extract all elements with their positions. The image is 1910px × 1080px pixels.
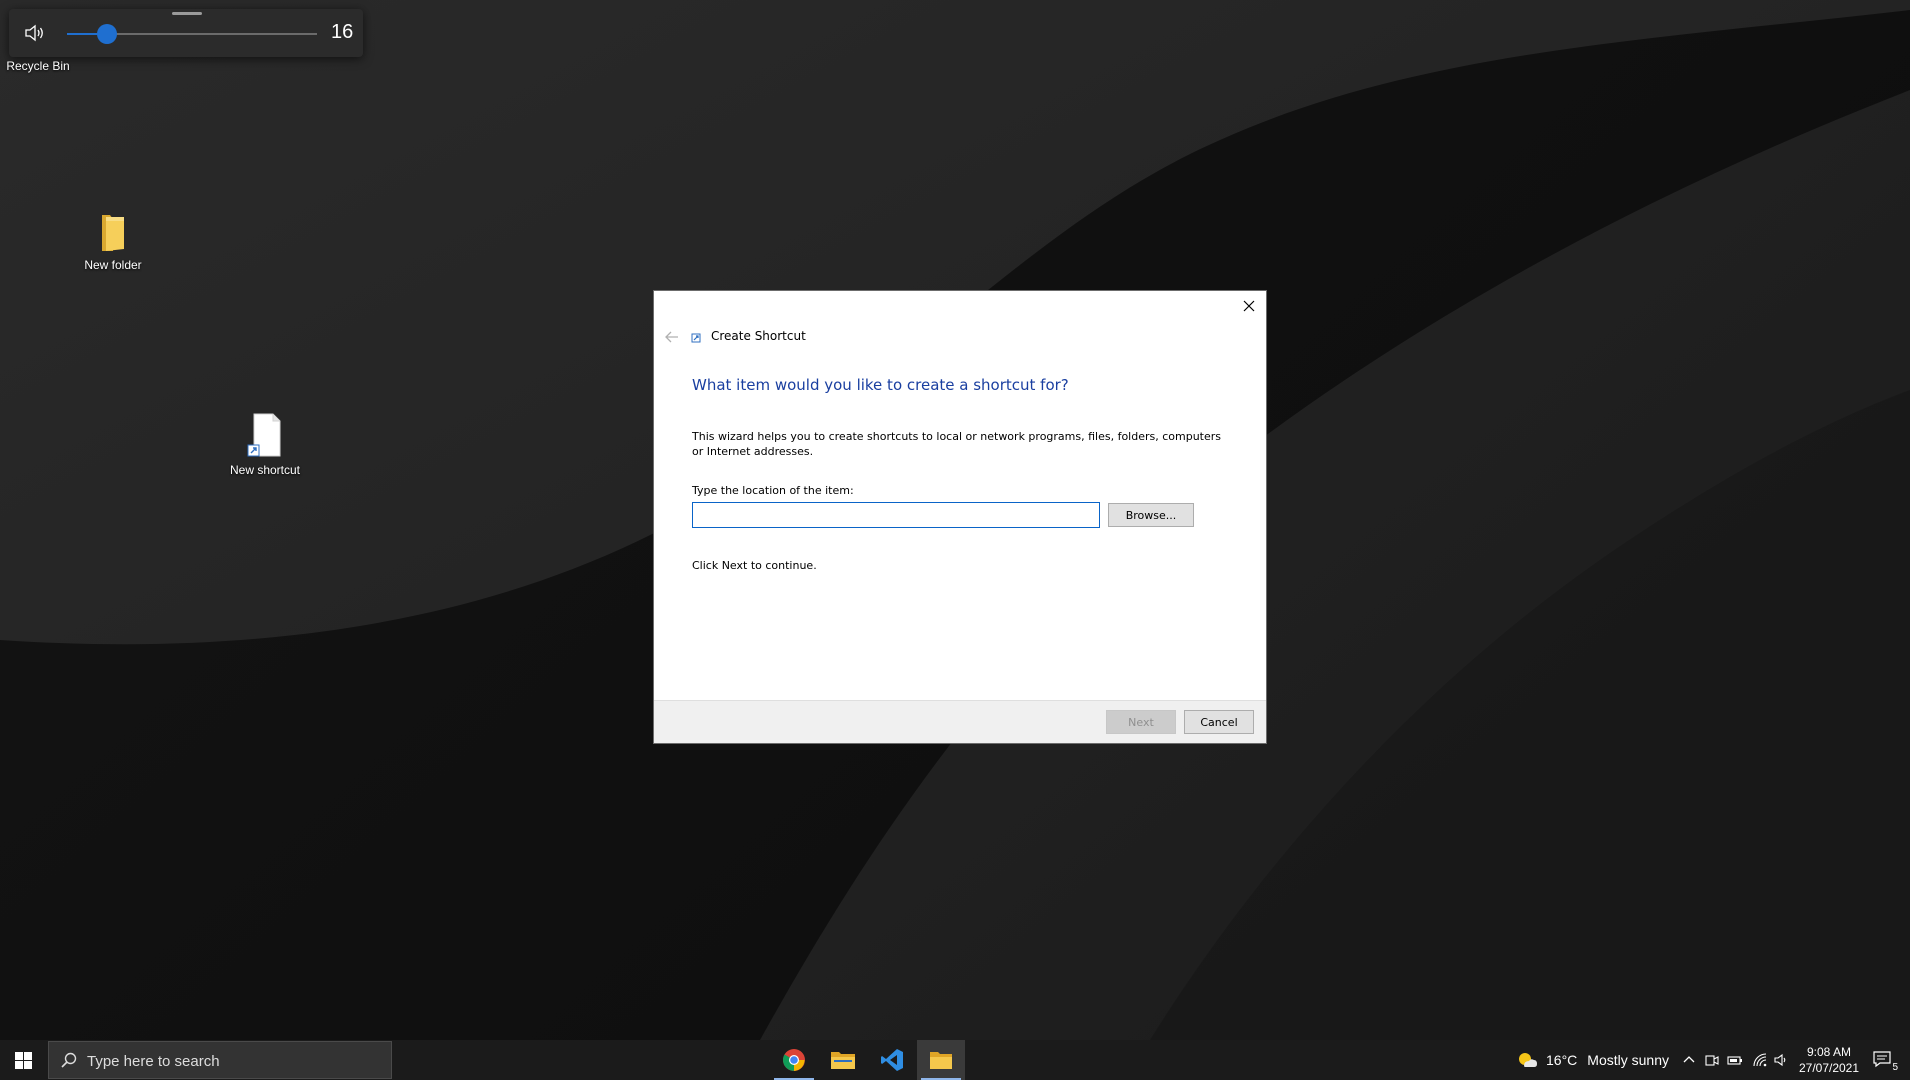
clock-time: 9:08 AM (1806, 1045, 1852, 1059)
cancel-button[interactable]: Cancel (1184, 710, 1254, 734)
dialog-title: Create Shortcut (711, 329, 806, 343)
browse-button[interactable]: Browse... (1108, 503, 1194, 527)
location-input[interactable] (692, 502, 1100, 528)
speaker-icon[interactable] (23, 23, 45, 43)
create-shortcut-dialog: Create Shortcut What item would you like… (653, 290, 1267, 744)
back-arrow-icon (665, 331, 678, 343)
volume-slider[interactable] (67, 24, 317, 44)
taskbar-search-box[interactable]: Type here to search (48, 1041, 392, 1079)
shortcut-file-icon (247, 413, 281, 457)
dialog-description: This wizard helps you to create shortcut… (692, 430, 1222, 458)
volume-value: 16 (331, 21, 354, 43)
volume-flyout: 16 (9, 9, 363, 57)
desktop-icon-label: New folder (84, 258, 142, 272)
shortcut-wizard-icon (691, 333, 701, 343)
start-button[interactable] (0, 1040, 46, 1080)
taskbar-app-chrome[interactable] (770, 1040, 818, 1080)
taskbar: Type here to search 16°C Mostly sunny 9:… (0, 1040, 1910, 1080)
desktop-icon-label: New shortcut (229, 463, 301, 477)
location-label: Type the location of the item: (692, 484, 854, 497)
search-icon (61, 1052, 77, 1068)
notification-icon (1873, 1051, 1891, 1068)
desktop-icon-recycle-bin[interactable]: Recycle Bin (0, 57, 83, 73)
action-center-button[interactable]: 5 (1873, 1050, 1898, 1073)
flyout-grip[interactable] (172, 12, 202, 15)
clock-date: 27/07/2021 (1798, 1061, 1860, 1075)
desktop: 16 Recycle Bin New folder New shortcut C… (0, 0, 1910, 1080)
battery-icon[interactable] (1727, 1052, 1743, 1068)
wifi-icon[interactable] (1752, 1052, 1768, 1068)
vscode-icon (881, 1049, 903, 1071)
back-button[interactable] (660, 327, 684, 347)
close-button[interactable] (1232, 291, 1266, 321)
close-icon (1243, 300, 1255, 312)
taskbar-app-vscode[interactable] (868, 1040, 916, 1080)
desktop-icon-new-folder[interactable]: New folder (68, 211, 158, 272)
show-hidden-icons-chevron-icon[interactable] (1681, 1052, 1697, 1068)
folder-icon (831, 1052, 855, 1069)
volume-slider-thumb[interactable] (97, 24, 117, 44)
chrome-icon (783, 1049, 805, 1071)
search-placeholder: Type here to search (87, 1053, 220, 1070)
dialog-heading: What item would you like to create a sho… (692, 376, 1069, 394)
weather-temp: 16°C (1546, 1052, 1578, 1068)
notification-count: 5 (1892, 1062, 1898, 1073)
meet-now-icon[interactable] (1704, 1052, 1720, 1068)
folder-icon (102, 215, 124, 251)
taskbar-clock[interactable]: 9:08 AM 27/07/2021 (1791, 1044, 1867, 1076)
weather-condition: Mostly sunny (1587, 1052, 1669, 1068)
taskbar-app-file-explorer-active[interactable] (917, 1040, 965, 1080)
file-explorer-icon (930, 1052, 952, 1069)
desktop-icon-label: Recycle Bin (6, 59, 70, 73)
desktop-icon-new-shortcut[interactable]: New shortcut (220, 412, 310, 477)
continue-hint: Click Next to continue. (692, 559, 817, 572)
windows-logo-icon (14, 1051, 32, 1069)
volume-tray-icon[interactable] (1773, 1052, 1789, 1068)
taskbar-app-file-explorer[interactable] (819, 1040, 867, 1080)
weather-widget[interactable]: 16°C Mostly sunny (1516, 1040, 1669, 1080)
weather-sun-icon (1519, 1053, 1537, 1067)
dialog-footer: Next Cancel (654, 700, 1266, 743)
next-button[interactable]: Next (1106, 710, 1176, 734)
